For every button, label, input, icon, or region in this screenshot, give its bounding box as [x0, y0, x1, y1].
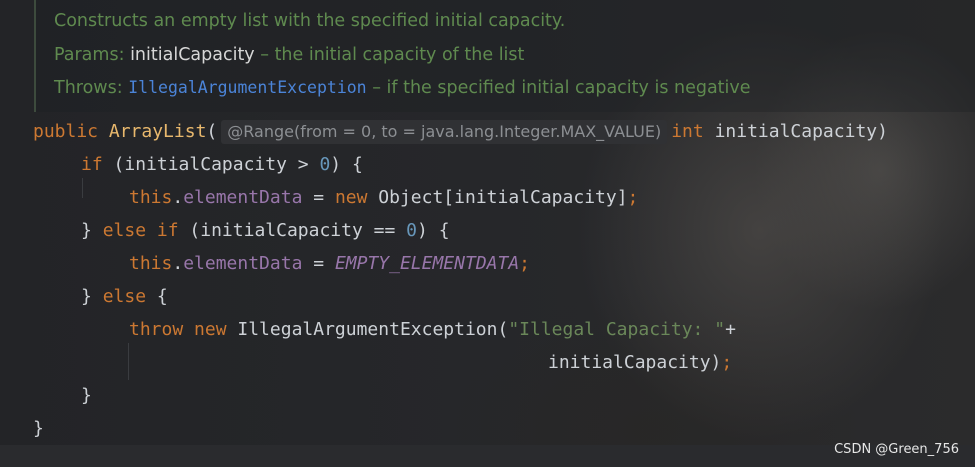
param-decl: initialCapacity) [714, 121, 888, 142]
dot: . [172, 187, 184, 208]
code-line-4: } else if (initialCapacity == 0) { [81, 214, 450, 247]
cond2-end: ) { [417, 220, 450, 241]
code-line-2: if (initialCapacity > 0) { [81, 148, 363, 181]
throws-type-link[interactable]: IllegalArgumentException [128, 78, 366, 97]
plus-operator: + [725, 319, 736, 340]
num-zero: 0 [406, 220, 418, 241]
kw-if: if [156, 220, 179, 241]
kw-throw: throw [129, 319, 184, 340]
param-name: initialCapacity [130, 45, 255, 65]
kw-this: this [129, 253, 173, 274]
semicolon: ; [627, 187, 639, 208]
code-line-1: public ArrayList(@Range(from = 0, to = j… [33, 115, 888, 148]
doc-description: Constructs an empty list with the specif… [54, 11, 566, 31]
kw-else: else [102, 220, 147, 241]
semicolon: ; [721, 352, 733, 373]
num-zero: 0 [319, 154, 331, 175]
code-line-5: this.elementData = EMPTY_ELEMENTDATA; [129, 247, 530, 280]
exception-ctor: IllegalArgumentException( [226, 319, 509, 340]
doc-throws: Throws: IllegalArgumentException – if th… [54, 78, 751, 98]
params-label: Params: [54, 45, 125, 65]
javadoc-popup: Constructs an empty list with the specif… [34, 0, 975, 112]
indent-guide [128, 343, 129, 380]
assign: = [302, 253, 335, 274]
close-brace: } [81, 220, 103, 241]
kw-new: new [194, 319, 227, 340]
cont-arg: initialCapacity) [548, 352, 722, 373]
watermark: CSDN @Green_756 [834, 442, 959, 457]
doc-params: Params: initialCapacity – the initial ca… [54, 45, 524, 65]
code-line-8: initialCapacity); [548, 346, 732, 379]
bottom-strip [0, 445, 975, 467]
code-line-6: } else { [81, 280, 168, 313]
field-elementData: elementData [183, 253, 303, 274]
string-literal: "Illegal Capacity: " [508, 319, 726, 340]
open-brace: { [146, 286, 168, 307]
cond1-end: ) { [330, 154, 363, 175]
throws-desc: – if the specified initial capacity is n… [372, 78, 751, 98]
paren: ( [206, 121, 218, 142]
dot: . [172, 253, 184, 274]
assign: = [302, 187, 335, 208]
code-editor[interactable]: public ArrayList(@Range(from = 0, to = j… [0, 112, 975, 445]
code-line-7: throw new IllegalArgumentException("Ille… [129, 313, 736, 346]
kw-new: new [334, 187, 368, 208]
close-brace: } [81, 286, 103, 307]
field-elementData: elementData [183, 187, 303, 208]
param-desc: – the initial capacity of the list [260, 45, 525, 65]
close-brace: } [33, 418, 44, 439]
semicolon: ; [519, 253, 531, 274]
kw-public: public [33, 121, 99, 142]
kw-int: int [671, 121, 704, 142]
code-line-9: } [81, 379, 92, 412]
kw-else: else [102, 286, 147, 307]
kw-this: this [129, 187, 173, 208]
new-object: Object[initialCapacity] [367, 187, 628, 208]
const-empty-elementdata: EMPTY_ELEMENTDATA [334, 253, 520, 274]
throws-label: Throws: [54, 78, 123, 98]
kw-if: if [81, 154, 103, 175]
code-line-3: this.elementData = new Object[initialCap… [129, 181, 638, 214]
indent-guide [82, 178, 83, 198]
range-annotation-hint: @Range(from = 0, to = java.lang.Integer.… [221, 120, 668, 144]
close-brace: } [81, 385, 92, 406]
code-line-10: } [33, 412, 44, 445]
ctor-name: ArrayList [108, 121, 207, 142]
cond1: (initialCapacity > [113, 154, 320, 175]
cond2: (initialCapacity == [189, 220, 407, 241]
